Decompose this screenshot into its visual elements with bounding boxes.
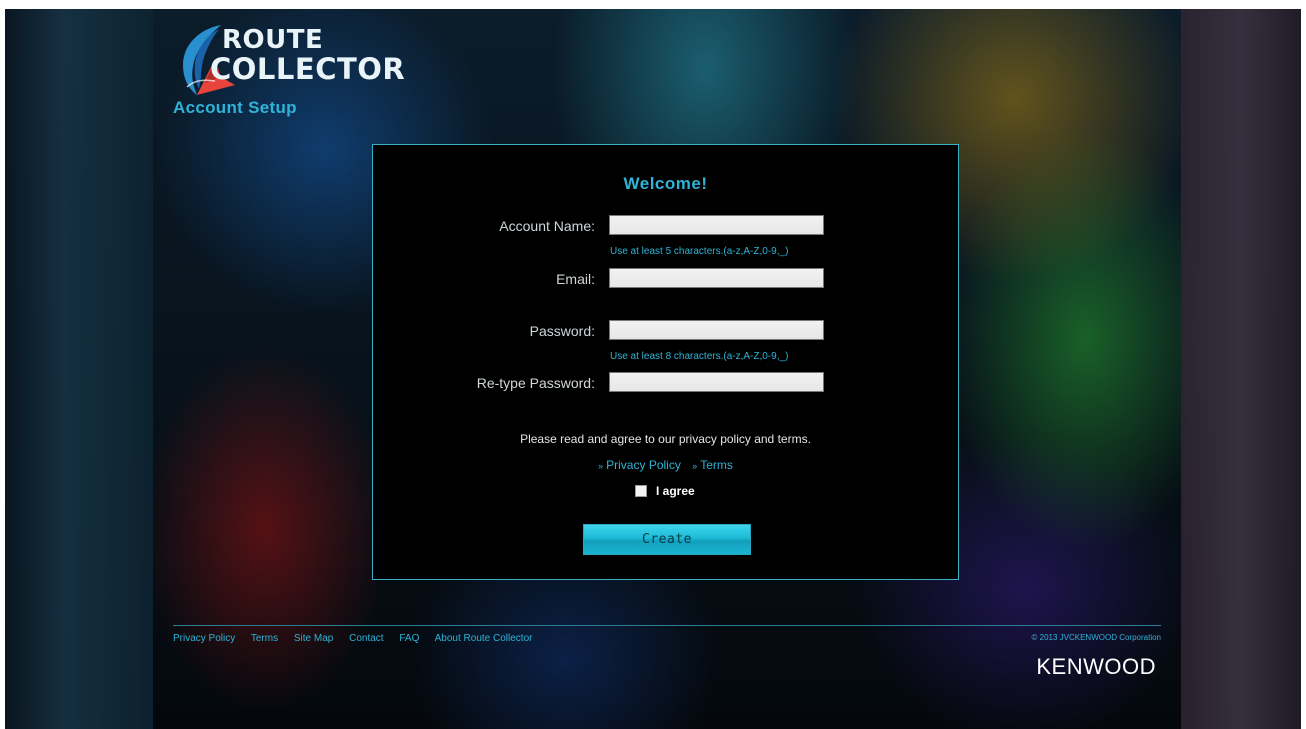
agree-row: I agree bbox=[635, 483, 695, 499]
agree-checkbox[interactable] bbox=[635, 485, 647, 497]
right-side-panel bbox=[1181, 9, 1301, 729]
footer-divider bbox=[173, 625, 1161, 626]
account-name-input[interactable] bbox=[609, 215, 824, 235]
retype-password-label: Re-type Password: bbox=[476, 375, 595, 391]
retype-password-input[interactable] bbox=[609, 372, 824, 392]
privacy-policy-link[interactable]: » Privacy Policy bbox=[598, 458, 681, 472]
page-title: Account Setup bbox=[173, 98, 297, 117]
footer-link-site-map[interactable]: Site Map bbox=[294, 633, 333, 644]
logo-text-route: ROUTE bbox=[222, 25, 324, 55]
logo-text-collector: COLLECTOR bbox=[210, 52, 406, 86]
page-background: ROUTE COLLECTOR Account Setup Welcome! A… bbox=[5, 9, 1301, 729]
kenwood-logo[interactable]: KENWOOD bbox=[1036, 654, 1156, 680]
privacy-policy-link-label: Privacy Policy bbox=[606, 458, 681, 472]
footer-nav: Privacy Policy Terms Site Map Contact FA… bbox=[173, 633, 545, 644]
route-collector-logo[interactable]: ROUTE COLLECTOR bbox=[175, 21, 415, 99]
double-chevron-icon: » bbox=[598, 461, 604, 471]
left-side-panel bbox=[5, 9, 153, 729]
copyright-text: © 2013 JVCKENWOOD Corporation bbox=[1031, 633, 1162, 642]
footer-link-privacy-policy[interactable]: Privacy Policy bbox=[173, 633, 235, 644]
terms-link-label: Terms bbox=[700, 458, 733, 472]
footer-link-faq[interactable]: FAQ bbox=[399, 633, 419, 644]
account-setup-panel: Welcome! Account Name: Use at least 5 ch… bbox=[372, 144, 959, 580]
terms-link[interactable]: » Terms bbox=[692, 458, 733, 472]
password-hint: Use at least 8 characters.(a-z,A-Z,0-9,_… bbox=[610, 351, 789, 362]
create-button[interactable]: Create bbox=[583, 524, 751, 555]
footer-link-contact[interactable]: Contact bbox=[349, 633, 383, 644]
policy-links: » Privacy Policy » Terms bbox=[373, 458, 958, 472]
email-label: Email: bbox=[556, 271, 595, 287]
password-label: Password: bbox=[529, 323, 595, 339]
double-chevron-icon: » bbox=[692, 461, 698, 471]
account-name-hint: Use at least 5 characters.(a-z,A-Z,0-9,_… bbox=[610, 246, 789, 257]
password-input[interactable] bbox=[609, 320, 824, 340]
footer-link-terms[interactable]: Terms bbox=[251, 633, 278, 644]
agree-label[interactable]: I agree bbox=[656, 484, 695, 498]
account-name-label: Account Name: bbox=[499, 218, 595, 234]
welcome-heading: Welcome! bbox=[623, 174, 708, 193]
footer-link-about[interactable]: About Route Collector bbox=[435, 633, 533, 644]
agreement-text: Please read and agree to our privacy pol… bbox=[520, 432, 811, 446]
email-input[interactable] bbox=[609, 268, 824, 288]
